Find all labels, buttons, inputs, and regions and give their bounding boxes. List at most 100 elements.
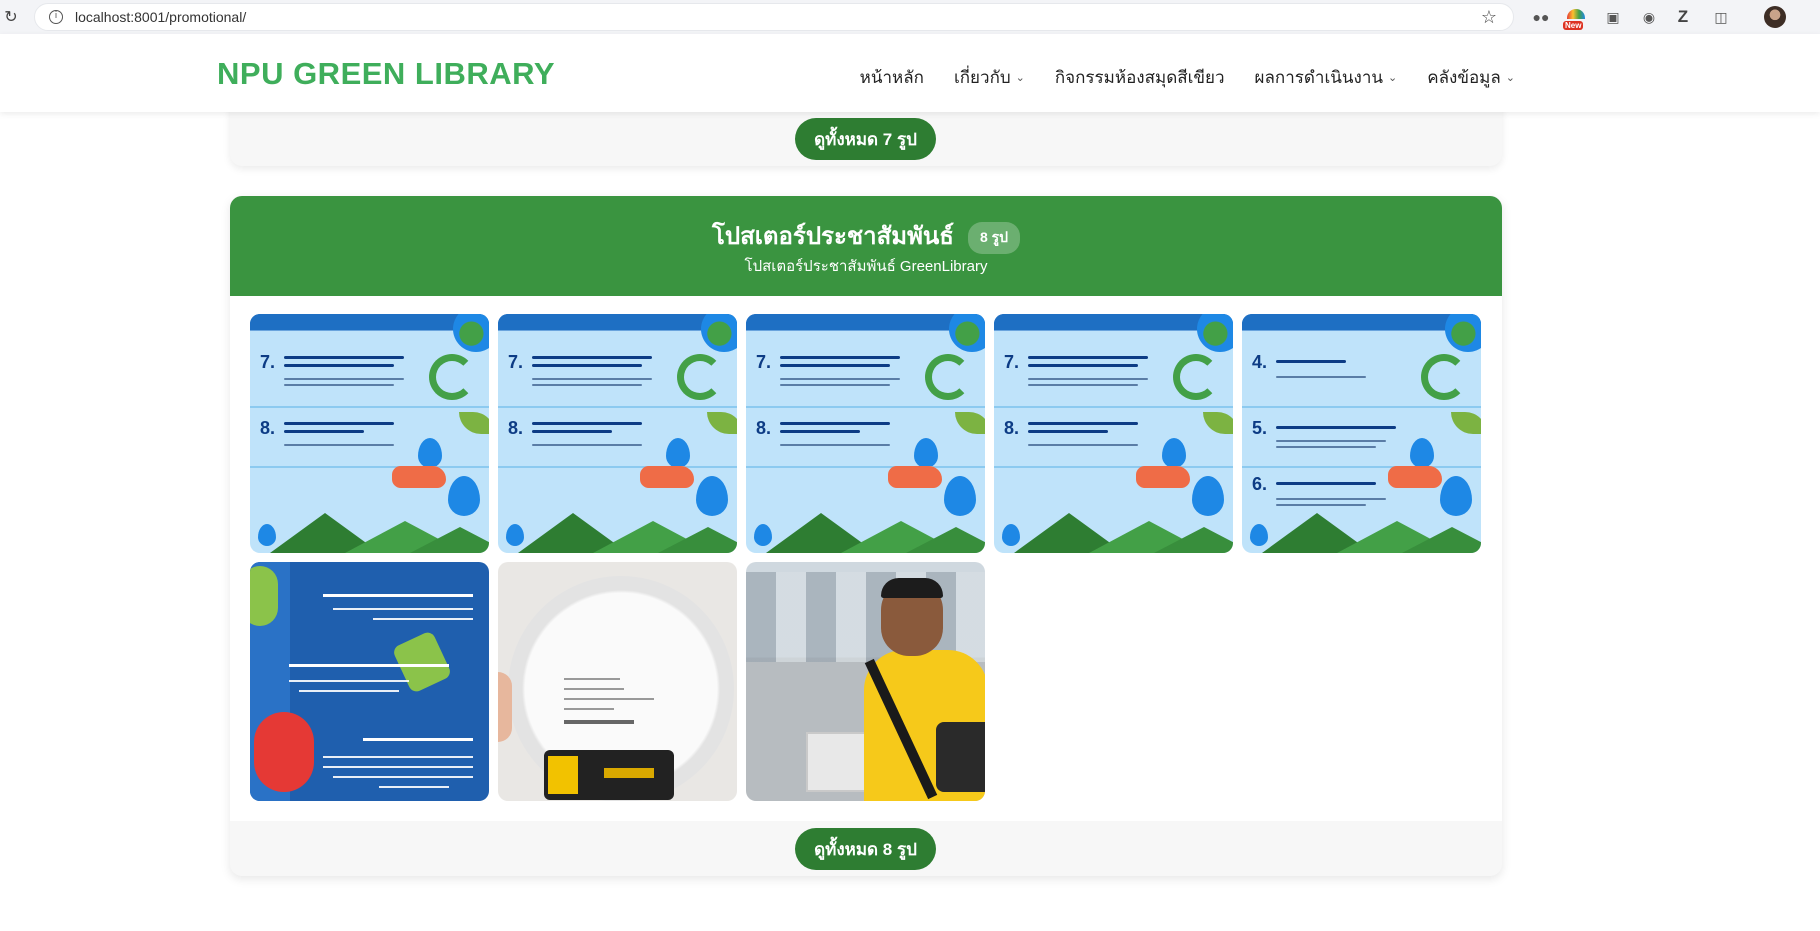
water-drop-icon	[1192, 476, 1224, 516]
tools-icon	[254, 712, 314, 792]
recycle-icon	[1421, 354, 1467, 400]
poster-text-line	[1028, 430, 1108, 433]
poster-item-number: 4.	[1252, 352, 1268, 372]
poster-text-line	[532, 444, 642, 446]
reload-icon[interactable]: ↻	[0, 6, 22, 28]
chevron-down-icon: ⌄	[1505, 72, 1515, 84]
gallery-thumbnail-water-poster[interactable]: 7. 8.	[746, 314, 985, 553]
extension-new-icon[interactable]: New	[1563, 6, 1587, 30]
profile-avatar[interactable]	[1764, 6, 1786, 28]
poster-text-line	[1028, 444, 1138, 446]
globe-icon	[1197, 314, 1233, 352]
poster-text-line	[284, 430, 364, 433]
poster-text-line	[1028, 378, 1148, 380]
poster-item-number: 8.	[1004, 418, 1020, 438]
poster-divider	[250, 466, 489, 468]
poster-heading-line	[323, 594, 473, 597]
view-all-8-button[interactable]: ดูทั้งหมด 8 รูป	[795, 828, 936, 870]
nav-results-label: ผลการดำเนินงาน	[1254, 68, 1384, 87]
battery	[544, 750, 674, 800]
gallery-thumbnail-water-poster[interactable]: 7. 8.	[498, 314, 737, 553]
bookmark-star-icon[interactable]: ☆	[1481, 7, 1497, 28]
photo-count-badge: 8 รูป	[967, 221, 1021, 254]
poster-text-line	[532, 364, 642, 367]
nav-repository[interactable]: คลังข้อมูล ⌄	[1427, 64, 1515, 91]
poster-text-line	[1276, 440, 1386, 442]
poster-text-line	[780, 422, 890, 425]
gallery-thumbnail-smoke-detector-photo[interactable]	[498, 562, 737, 801]
poster-text-line	[284, 356, 404, 359]
gallery-thumbnail-water-poster[interactable]: 7. 8.	[250, 314, 489, 553]
site-brand-logo[interactable]: NPU GREEN LIBRARY	[217, 56, 555, 92]
poster-text-line	[1276, 504, 1366, 506]
poster-text-line	[373, 618, 473, 620]
poster-item-number: 7.	[260, 352, 276, 372]
hill-shape	[658, 527, 737, 553]
poster-text-line	[1028, 384, 1138, 386]
chevron-down-icon: ⌄	[1015, 72, 1025, 84]
water-drop-icon	[418, 438, 442, 468]
leaf-icon	[1203, 412, 1233, 434]
poster-text-line	[1276, 376, 1366, 378]
leaf-icon	[1451, 412, 1481, 434]
hand-icon	[888, 466, 942, 488]
gallery-thumbnail-water-poster[interactable]: 4. 5. 6.	[1242, 314, 1481, 553]
poster-text-line	[780, 378, 900, 380]
poster-divider	[1242, 466, 1481, 468]
camera-icon[interactable]: ◉	[1638, 6, 1660, 28]
poster-item-number: 7.	[1004, 352, 1020, 372]
leaf-icon	[707, 412, 737, 434]
poster-divider	[994, 406, 1233, 408]
globe-icon	[701, 314, 737, 352]
poster-text-line	[532, 378, 652, 380]
hill-shape	[1154, 527, 1233, 553]
device-label-line	[564, 698, 654, 700]
thumbnail-grid: 7. 8. 7. 8. 7. 8. 7. 8. 4. 5. 6.	[250, 314, 1481, 801]
gallery-body: 7. 8. 7. 8. 7. 8. 7. 8. 4. 5. 6.	[230, 296, 1502, 821]
extension-glasses-icon[interactable]: ●●	[1530, 6, 1552, 28]
view-all-7-button[interactable]: ดูทั้งหมด 7 รูป	[795, 118, 936, 160]
globe-icon	[1445, 314, 1481, 352]
extension-photo-icon[interactable]: ▣	[1602, 6, 1624, 28]
water-drop-icon	[914, 438, 938, 468]
gallery-thumbnail-water-poster[interactable]: 7. 8.	[994, 314, 1233, 553]
poster-text-line	[1276, 446, 1376, 448]
poster-item-number: 6.	[1252, 474, 1268, 494]
background-shelves	[746, 572, 985, 662]
hand-icon	[1388, 466, 1442, 488]
address-bar[interactable]: i localhost:8001/promotional/ ☆	[34, 3, 1514, 31]
nav-home[interactable]: หน้าหลัก	[860, 64, 924, 91]
poster-divider	[1242, 406, 1481, 408]
poster-text-line	[780, 364, 890, 367]
nav-about[interactable]: เกี่ยวกับ ⌄	[954, 64, 1025, 91]
globe-icon	[949, 314, 985, 352]
section-title-text: โปสเตอร์ประชาสัมพันธ์	[711, 223, 954, 250]
poster-text-line	[289, 680, 409, 682]
poster-text-line	[323, 766, 473, 768]
nav-results[interactable]: ผลการดำเนินงาน ⌄	[1255, 64, 1398, 91]
poster-text-line	[1276, 498, 1386, 500]
url-text[interactable]: localhost:8001/promotional/	[75, 9, 246, 25]
poster-text-line	[1276, 360, 1346, 363]
poster-text-line	[1028, 422, 1138, 425]
poster-text-line	[1276, 482, 1376, 485]
poster-text-line	[379, 786, 449, 788]
nav-home-label: หน้าหลัก	[859, 68, 924, 87]
poster-text-line	[780, 430, 860, 433]
gallery-thumbnail-person-photo[interactable]	[746, 562, 985, 801]
poster-text-line	[780, 384, 890, 386]
main-nav: หน้าหลัก เกี่ยวกับ ⌄ กิจกรรมห้องสมุดสีเขี…	[830, 64, 1515, 91]
nav-activities[interactable]: กิจกรรมห้องสมุดสีเขียว	[1055, 64, 1225, 91]
gallery-thumbnail-electricity-poster[interactable]	[250, 562, 489, 801]
zotero-icon[interactable]: Z	[1672, 6, 1694, 28]
poster-text-line	[532, 356, 652, 359]
leaf-icon	[955, 412, 985, 434]
poster-item-number: 7.	[756, 352, 772, 372]
leaf-icon	[459, 412, 489, 434]
poster-text-line	[323, 756, 473, 758]
site-info-icon[interactable]: i	[49, 10, 63, 24]
poster-item-number: 7.	[508, 352, 524, 372]
hand-icon	[1136, 466, 1190, 488]
poster-heading-line	[289, 664, 449, 667]
extensions-puzzle-icon[interactable]: ◫	[1710, 6, 1732, 28]
